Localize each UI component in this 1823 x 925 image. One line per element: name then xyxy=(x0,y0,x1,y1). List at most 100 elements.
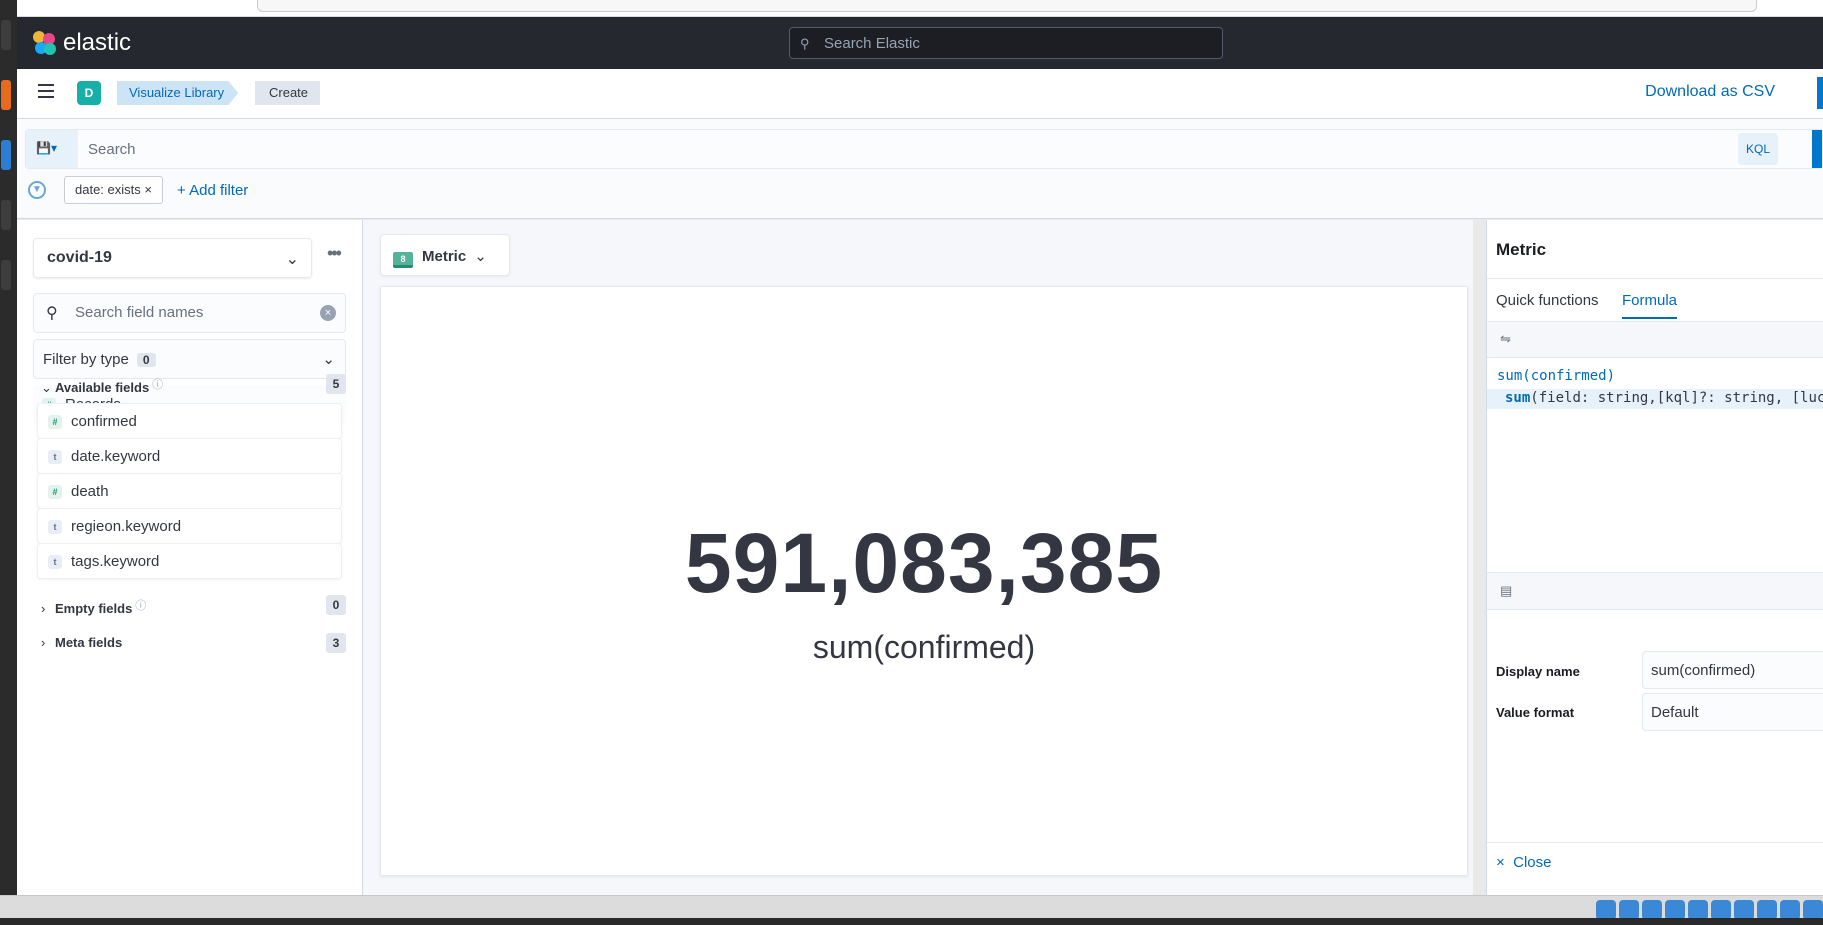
word-wrap-icon[interactable]: ⇋ xyxy=(1500,331,1511,346)
field-item-tags-keyword[interactable]: t tags.keyword xyxy=(37,543,342,579)
filter-count-badge: 0 xyxy=(136,353,156,367)
url-field[interactable] xyxy=(257,0,1757,12)
suggestion-signature: (field: string,[kql]?: string, [lucene]?… xyxy=(1530,390,1823,406)
query-input[interactable]: 💾▾ Search KQL xyxy=(25,129,1823,169)
field-item-death[interactable]: # death xyxy=(37,473,342,509)
field-name: tags.keyword xyxy=(71,553,160,570)
available-fields-toggle[interactable]: ⌄ Available fields ⓘ 5 xyxy=(33,372,346,396)
elastic-logo-icon xyxy=(33,31,57,55)
global-search-input[interactable]: ⚲ Search Elastic xyxy=(789,27,1223,59)
tab-formula[interactable]: Formula xyxy=(1622,292,1678,319)
tray-icon[interactable] xyxy=(1734,900,1754,920)
tray-icon[interactable] xyxy=(1619,900,1639,920)
clear-icon[interactable]: × xyxy=(320,305,336,321)
tray-icon[interactable] xyxy=(1757,900,1777,920)
metric-icon: 8 xyxy=(393,252,413,268)
number-field-icon: # xyxy=(48,485,62,499)
field-item-date-keyword[interactable]: t date.keyword xyxy=(37,438,342,474)
download-csv-button[interactable]: Download as CSV xyxy=(1645,83,1775,101)
kql-toggle[interactable]: KQL xyxy=(1738,133,1778,165)
screen-bottom-strip xyxy=(0,918,1823,925)
menu-icon[interactable] xyxy=(38,84,54,98)
value-format-label: Value format xyxy=(1496,705,1575,720)
field-name: confirmed xyxy=(71,413,137,430)
display-name-label: Display name xyxy=(1496,664,1580,679)
search-icon: ⚲ xyxy=(800,36,810,51)
formula-text[interactable]: sum(confirmed) xyxy=(1497,368,1615,384)
saved-query-icon: 💾▾ xyxy=(36,141,57,155)
meta-fields-label: Meta fields xyxy=(55,635,123,650)
editor-toolbar: ⇋ xyxy=(1487,322,1823,358)
filter-pill-label: date: exists xyxy=(75,182,141,197)
info-icon: ⓘ xyxy=(152,379,164,391)
available-fields-label: Available fields xyxy=(55,380,150,395)
value-format-select[interactable]: Default xyxy=(1642,693,1823,731)
chevron-down-icon: ⌄ xyxy=(322,351,335,368)
filter-by-type-label: Filter by type xyxy=(43,351,129,368)
chevron-right-icon: › xyxy=(41,601,46,616)
chevron-right-icon: › xyxy=(41,635,46,650)
kibana-header: elastic ⚲ Search Elastic xyxy=(17,17,1823,69)
display-name-input[interactable]: sum(confirmed) xyxy=(1642,651,1823,689)
visualization-canvas[interactable]: 591,083,385 sum(confirmed) xyxy=(380,286,1468,876)
field-item-confirmed[interactable]: # confirmed xyxy=(37,403,342,439)
filter-menu-icon[interactable]: ▼ xyxy=(28,181,46,199)
tray-icon[interactable] xyxy=(1711,900,1731,920)
meta-fields-toggle[interactable]: › Meta fields 3 xyxy=(33,631,346,655)
tray-icon[interactable] xyxy=(1803,900,1823,920)
elastic-logo[interactable]: elastic xyxy=(33,29,131,57)
divider xyxy=(1487,842,1823,843)
datasource-panel: covid-19 ⌄ ••• ⚲ Search field names × Fi… xyxy=(17,220,363,895)
query-bar: 💾▾ Search KQL ▼ date: exists × + Add fil… xyxy=(17,119,1823,219)
string-field-icon: t xyxy=(48,555,62,569)
tray-icon[interactable] xyxy=(1642,900,1662,920)
meta-count-badge: 3 xyxy=(326,633,346,653)
chevron-down-icon: ⌄ xyxy=(41,380,52,395)
editor-footer: ▤ xyxy=(1487,572,1823,610)
tray-icon[interactable] xyxy=(1596,900,1616,920)
formula-editor[interactable]: ⇋ sum(confirmed) sum(field: string,[kql]… xyxy=(1487,322,1823,572)
visualization-type-select[interactable]: 8 Metric ⌄ xyxy=(380,234,510,276)
more-options-icon[interactable]: ••• xyxy=(327,244,342,262)
empty-fields-toggle[interactable]: › Empty fields ⓘ 0 xyxy=(33,593,346,617)
breadcrumb-bar: D Visualize Library Create Download as C… xyxy=(17,69,1823,119)
chevron-down-icon: ⌄ xyxy=(285,251,299,268)
divider xyxy=(1487,278,1823,279)
search-icon: ⚲ xyxy=(46,305,58,322)
space-avatar[interactable]: D xyxy=(77,81,101,105)
tray-icon[interactable] xyxy=(1688,900,1708,920)
close-label: Close xyxy=(1513,854,1552,871)
available-count-badge: 5 xyxy=(326,374,346,394)
tray-icon[interactable] xyxy=(1780,900,1800,920)
query-placeholder: Search xyxy=(88,141,136,158)
close-icon: × xyxy=(1496,854,1505,871)
breadcrumb-create: Create xyxy=(255,81,321,105)
save-button-edge[interactable] xyxy=(1817,77,1823,109)
close-button[interactable]: × Close xyxy=(1496,854,1551,871)
field-search-input[interactable]: ⚲ Search field names × xyxy=(33,293,346,333)
breadcrumb-visualize-library[interactable]: Visualize Library xyxy=(117,81,239,105)
add-filter-button[interactable]: + Add filter xyxy=(177,182,248,199)
os-dock xyxy=(0,0,17,895)
filter-pill[interactable]: date: exists × xyxy=(64,176,163,204)
info-icon: ⓘ xyxy=(135,600,147,612)
field-item-regieon-keyword[interactable]: t regieon.keyword xyxy=(37,508,342,544)
empty-fields-label: Empty fields xyxy=(55,601,133,616)
query-submit-button[interactable] xyxy=(1812,130,1822,168)
workspace: 8 Metric ⌄ 591,083,385 sum(confirmed) xyxy=(363,220,1473,895)
browser-url-bar xyxy=(17,0,1823,17)
autocomplete-suggestion[interactable]: sum(field: string,[kql]?: string, [lucen… xyxy=(1487,389,1823,409)
tab-quick-functions[interactable]: Quick functions xyxy=(1496,292,1599,309)
vis-type-label: Metric xyxy=(422,248,467,265)
global-search-placeholder: Search Elastic xyxy=(824,35,920,52)
index-pattern-select[interactable]: covid-19 ⌄ xyxy=(33,238,312,278)
field-name: date.keyword xyxy=(71,448,161,465)
close-icon[interactable]: × xyxy=(144,182,152,197)
saved-query-button[interactable]: 💾▾ xyxy=(26,130,78,168)
field-name: death xyxy=(71,483,109,500)
field-search-placeholder: Search field names xyxy=(75,304,204,321)
field-name: regieon.keyword xyxy=(71,518,182,535)
string-field-icon: t xyxy=(48,520,62,534)
help-icon[interactable]: ▤ xyxy=(1500,583,1512,598)
tray-icon[interactable] xyxy=(1665,900,1685,920)
